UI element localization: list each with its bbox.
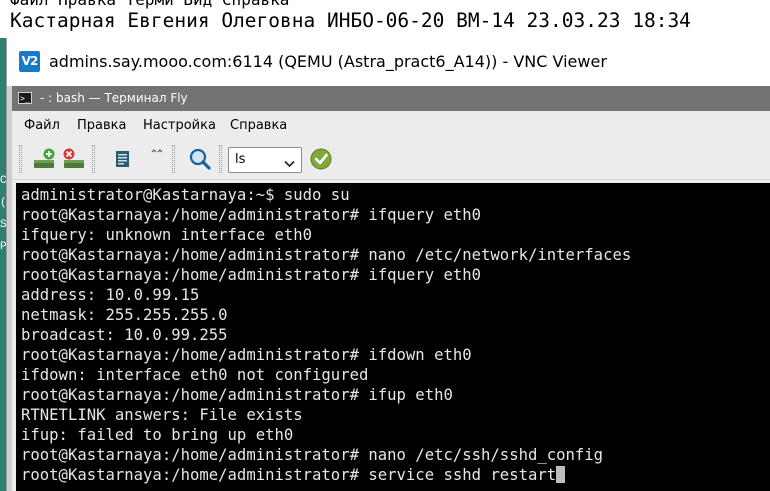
terminal-command: root@Kastarnaya:/home/administrator# ser… <box>21 466 557 484</box>
remote-desktop: >_ - : bash — Терминал Fly Файл Правка Н… <box>7 86 770 491</box>
close-tab-icon[interactable] <box>58 146 86 172</box>
screen: C ( S P Файл Правка Терми Вид Справка Ка… <box>0 0 770 491</box>
vnc-window-title: admins.say.mooo.com:6114 (QEMU (Astra_pr… <box>49 52 607 71</box>
terminal-line: RTNETLINK answers: File exists <box>21 406 303 424</box>
add-tab-icon[interactable] <box>30 146 58 172</box>
terminal-line: ifquery: unknown interface eth0 <box>21 226 313 244</box>
terminal-line: netmask: 255.255.255.0 <box>21 306 228 324</box>
terminal-line: ifdown: interface eth0 not configured <box>21 366 369 384</box>
fly-terminal-window: >_ - : bash — Терминал Fly Файл Правка Н… <box>12 86 770 491</box>
vnc-logo-icon: V2 <box>19 51 40 72</box>
caption-text: Кастарная Евгения Олеговна ИНБО-06-20 ВМ… <box>10 9 691 32</box>
paste-icon[interactable] <box>142 146 170 172</box>
terminal-line: root@Kastarnaya:/home/administrator# nan… <box>21 246 632 264</box>
command-select-value: ls <box>235 152 246 167</box>
terminal-line: root@Kastarnaya:/home/administrator# ifq… <box>21 206 482 224</box>
toolbar-grip[interactable] <box>19 145 22 173</box>
terminal-line: address: 10.0.99.15 <box>21 286 200 304</box>
menu-edit[interactable]: Правка <box>77 118 126 133</box>
vnc-titlebar[interactable]: V2 admins.say.mooo.com:6114 (QEMU (Astra… <box>7 38 770 86</box>
terminal-line: root@Kastarnaya:/home/administrator# ifu… <box>21 386 453 404</box>
terminal-line: ifup: failed to bring up eth0 <box>21 426 294 444</box>
menu-settings[interactable]: Настройка <box>143 118 216 133</box>
terminal-output[interactable]: administrator@Kastarnaya:~$ sudo su root… <box>16 183 770 491</box>
terminal-line: root@Kastarnaya:/home/administrator# ifd… <box>21 346 472 364</box>
toolbar-grip[interactable] <box>92 145 95 173</box>
terminal-current-line: root@Kastarnaya:/home/administrator# ser… <box>21 465 566 485</box>
fly-titlebar[interactable]: >_ - : bash — Терминал Fly <box>12 86 770 111</box>
toolbar: ls <box>12 139 770 180</box>
terminal-cursor <box>556 466 566 483</box>
toolbar-grip[interactable] <box>172 145 175 173</box>
menu-file[interactable]: Файл <box>24 118 60 133</box>
student-caption: Файл Правка Терми Вид Справка Кастарная … <box>0 0 770 38</box>
fly-window-title: - : bash — Терминал Fly <box>40 91 188 105</box>
toolbar-grip[interactable] <box>219 145 222 173</box>
terminal-line: root@Kastarnaya:/home/administrator# ifq… <box>21 266 482 284</box>
vnc-viewer-window: V2 admins.say.mooo.com:6114 (QEMU (Astra… <box>6 38 770 491</box>
document-icon[interactable] <box>108 146 136 172</box>
terminal-icon: >_ <box>18 92 32 104</box>
menu-help[interactable]: Справка <box>230 118 287 133</box>
terminal-line: broadcast: 10.0.99.255 <box>21 326 228 344</box>
chevron-down-icon <box>284 155 295 173</box>
terminal-line: administrator@Kastarnaya:~$ sudo su <box>21 186 350 204</box>
terminal-line: root@Kastarnaya:/home/administrator# nan… <box>21 446 604 464</box>
checkmark-icon[interactable] <box>308 146 336 172</box>
caption-underlying-menu: Файл Правка Терми Вид Справка <box>10 0 289 9</box>
command-select[interactable]: ls <box>228 147 302 173</box>
menubar: Файл Правка Настройка Справка <box>12 111 770 139</box>
magnifier-icon[interactable] <box>186 146 214 172</box>
